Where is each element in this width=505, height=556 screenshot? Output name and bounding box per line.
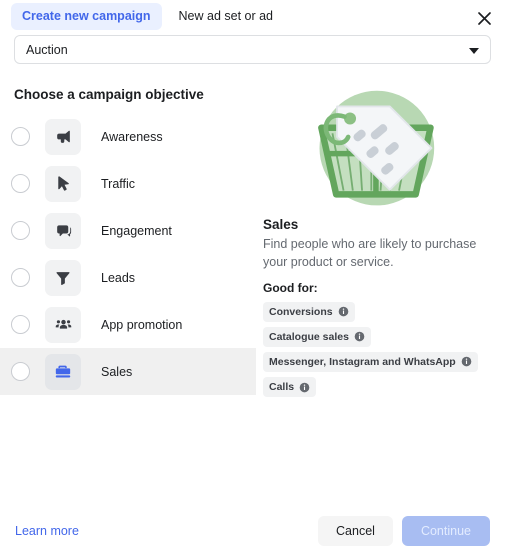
badge-messenger-instagram-whatsapp: Messenger, Instagram and WhatsApp xyxy=(263,352,478,372)
radio-traffic[interactable] xyxy=(11,174,30,193)
objective-label-leads: Leads xyxy=(101,271,135,285)
buying-type-select[interactable]: Auction xyxy=(14,35,491,64)
cancel-button[interactable]: Cancel xyxy=(318,516,393,546)
objective-label-sales: Sales xyxy=(101,365,132,379)
badge-label: Messenger, Instagram and WhatsApp xyxy=(269,355,456,369)
dialog-header: Create new campaign New ad set or ad xyxy=(0,0,505,33)
detail-description: Find people who are likely to purchase y… xyxy=(263,236,487,272)
badge-calls: Calls xyxy=(263,377,316,397)
badge-catalogue-sales: Catalogue sales xyxy=(263,327,371,347)
info-icon[interactable] xyxy=(338,306,349,317)
objective-list-column: Choose a campaign objective Awareness Tr… xyxy=(0,87,256,397)
objective-label-engagement: Engagement xyxy=(101,224,172,238)
funnel-icon xyxy=(45,260,81,296)
info-icon[interactable] xyxy=(461,356,472,367)
detail-title: Sales xyxy=(263,217,487,232)
radio-app-promotion[interactable] xyxy=(11,315,30,334)
radio-sales[interactable] xyxy=(11,362,30,381)
objective-label-traffic: Traffic xyxy=(101,177,135,191)
objective-row-app-promotion[interactable]: App promotion xyxy=(0,301,256,348)
objective-row-sales[interactable]: Sales xyxy=(0,348,256,395)
tab-new-ad-set-or-ad[interactable]: New ad set or ad xyxy=(168,3,285,30)
tab-create-new-campaign[interactable]: Create new campaign xyxy=(11,3,162,30)
badge-label: Calls xyxy=(269,380,294,394)
chevron-down-icon[interactable] xyxy=(469,48,479,54)
info-icon[interactable] xyxy=(299,382,310,393)
objective-row-awareness[interactable]: Awareness xyxy=(0,113,256,160)
good-for-badge-list: Conversions Catalogue sales Messenger, I… xyxy=(263,302,487,398)
radio-awareness[interactable] xyxy=(11,127,30,146)
radio-engagement[interactable] xyxy=(11,221,30,240)
dialog-footer: Learn more Cancel Continue xyxy=(0,505,505,556)
buying-type-value: Auction xyxy=(26,43,68,57)
objective-detail-panel: Sales Find people who are likely to purc… xyxy=(256,87,505,397)
people-icon xyxy=(45,307,81,343)
cursor-icon xyxy=(45,166,81,202)
badge-label: Catalogue sales xyxy=(269,330,349,344)
dialog-body: Choose a campaign objective Awareness Tr… xyxy=(0,64,505,397)
chat-bubbles-icon xyxy=(45,213,81,249)
info-icon[interactable] xyxy=(354,331,365,342)
badge-label: Conversions xyxy=(269,305,333,319)
megaphone-icon xyxy=(45,119,81,155)
badge-conversions: Conversions xyxy=(263,302,355,322)
learn-more-link[interactable]: Learn more xyxy=(15,524,79,538)
objective-row-leads[interactable]: Leads xyxy=(0,254,256,301)
shopping-cart-price-tag-illustration xyxy=(301,87,449,211)
continue-button: Continue xyxy=(402,516,490,546)
radio-leads[interactable] xyxy=(11,268,30,287)
objective-label-app-promotion: App promotion xyxy=(101,318,182,332)
objective-row-traffic[interactable]: Traffic xyxy=(0,160,256,207)
page-title: Choose a campaign objective xyxy=(14,87,256,102)
objective-label-awareness: Awareness xyxy=(101,130,163,144)
objective-row-engagement[interactable]: Engagement xyxy=(0,207,256,254)
close-icon[interactable] xyxy=(476,10,492,26)
good-for-label: Good for: xyxy=(263,281,487,295)
briefcase-icon xyxy=(45,354,81,390)
